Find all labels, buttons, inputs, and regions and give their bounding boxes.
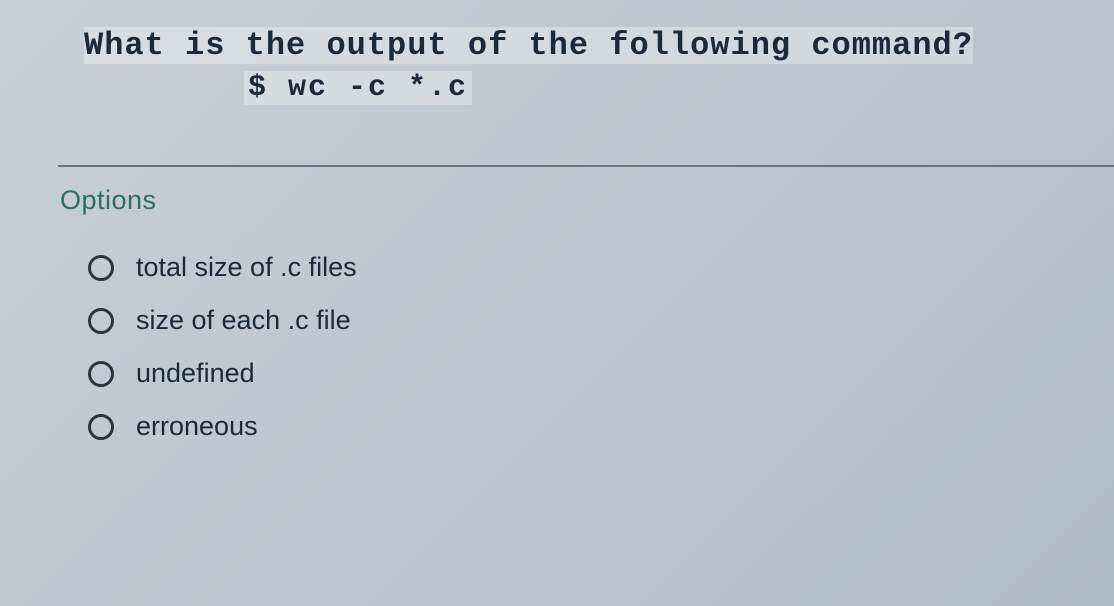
option-label: undefined — [136, 358, 255, 389]
radio-icon[interactable] — [88, 308, 114, 334]
option-row[interactable]: total size of .c files — [88, 252, 1114, 283]
option-row[interactable]: undefined — [88, 358, 1114, 389]
options-section: Options total size of .c files size of e… — [60, 185, 1114, 442]
option-label: erroneous — [136, 411, 258, 442]
option-label: total size of .c files — [136, 252, 357, 283]
question-prompt: What is the output of the following comm… — [84, 27, 973, 64]
option-label: size of each .c file — [136, 305, 351, 336]
radio-icon[interactable] — [88, 255, 114, 281]
section-divider — [58, 165, 1114, 167]
question-block: What is the output of the following comm… — [76, 22, 1054, 113]
option-row[interactable]: erroneous — [88, 411, 1114, 442]
question-command: $ wc -c *.c — [244, 71, 472, 105]
radio-icon[interactable] — [88, 414, 114, 440]
option-row[interactable]: size of each .c file — [88, 305, 1114, 336]
radio-icon[interactable] — [88, 361, 114, 387]
options-heading: Options — [60, 185, 1114, 216]
